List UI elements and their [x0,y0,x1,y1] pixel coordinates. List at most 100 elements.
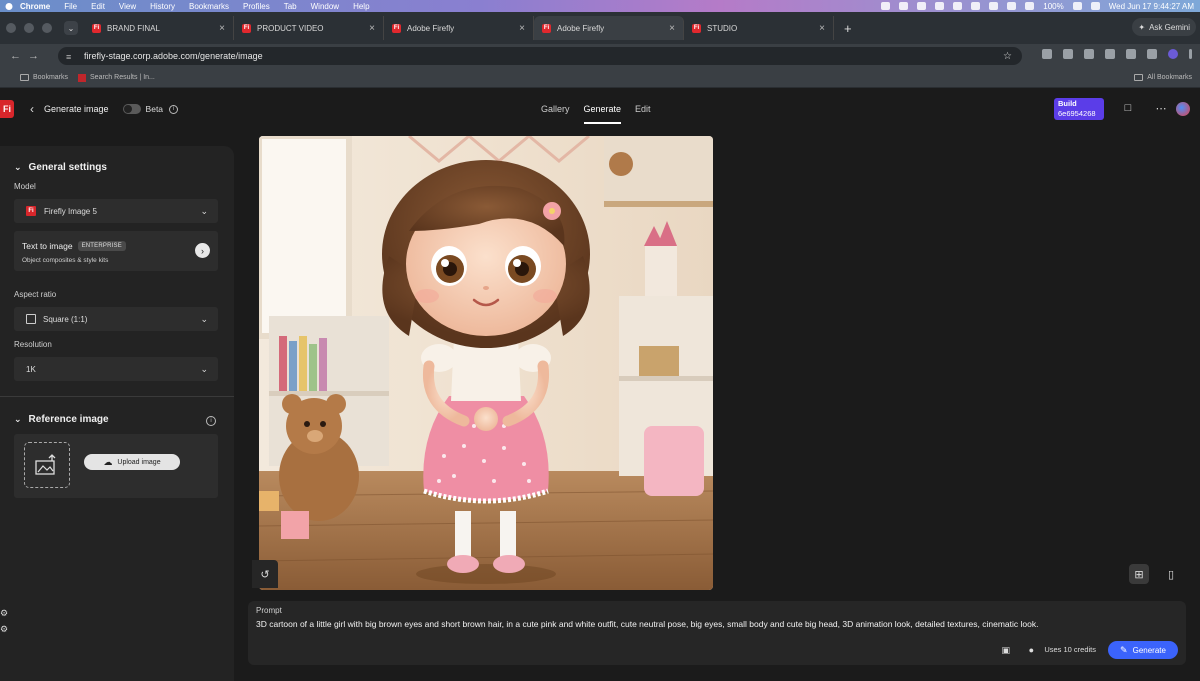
menu-kebab-icon[interactable] [1189,49,1192,59]
avatar[interactable] [1176,102,1190,116]
address-bar[interactable]: ≡ firefly-stage.corp.adobe.com/generate/… [58,47,1022,65]
close-tab-icon[interactable]: × [369,23,375,34]
wifi-icon[interactable] [1025,2,1035,10]
menu-history[interactable]: History [150,2,175,11]
status-icon[interactable] [989,2,999,10]
tab-generate[interactable]: Generate [583,88,621,130]
browser-tab[interactable]: Fi Adobe Firefly × [384,16,534,40]
cloud-upload-icon: ☁ [103,456,113,467]
firefly-app: Fi ‹ Generate image Beta i Gallery Gener… [0,88,1200,681]
model-select[interactable]: Fi Firefly Image 5 ⌄ [14,199,218,223]
menu-tab[interactable]: Tab [284,2,297,11]
firefly-favicon-icon: Fi [242,23,251,33]
close-tab-icon[interactable]: × [519,23,525,34]
browser-tab[interactable]: Fi PRODUCT VIDEO × [234,16,384,40]
window-minimize-button[interactable] [24,23,34,33]
apple-icon[interactable] [4,1,14,11]
chevron-right-icon[interactable]: › [195,243,210,258]
close-tab-icon[interactable]: × [219,23,225,34]
chevron-down-icon: ⌄ [14,162,22,172]
menu-help[interactable]: Help [353,2,369,11]
single-view-button[interactable]: ▯ [1161,564,1181,584]
mode-tabs: Gallery Generate Edit [541,88,651,130]
status-icon[interactable] [1007,2,1017,10]
extension-icon[interactable] [1042,49,1052,59]
bookmark-star-icon[interactable]: ☆ [1003,51,1012,62]
extension-icon[interactable] [1063,49,1073,59]
grid-view-button[interactable]: ⊞ [1129,564,1149,584]
window-close-button[interactable] [6,23,16,33]
prompt-input[interactable]: 3D cartoon of a little girl with big bro… [256,619,1038,629]
tab-search-icon[interactable]: ⌄ [64,21,78,35]
bookmark-folder[interactable]: Bookmarks [33,74,68,81]
back-arrow-icon[interactable]: ← [10,50,26,62]
upload-image-button[interactable]: ☁ Upload image [84,454,180,470]
extension-icon[interactable] [1126,49,1136,59]
general-settings-header[interactable]: ⌄ General settings [14,162,107,173]
chat-icon[interactable]: □ [1122,102,1134,114]
info-icon[interactable]: i [169,104,179,114]
status-icon[interactable] [917,2,927,10]
history-icon: ↺ [260,568,270,581]
style-reference-icon[interactable]: ▣ [1001,645,1010,656]
firefly-logo[interactable]: Fi [0,100,14,118]
browser-tab[interactable]: Fi BRAND FINAL × [84,16,234,40]
generate-icon: ✎ [1120,644,1128,655]
all-bookmarks[interactable]: All Bookmarks [1134,74,1192,81]
credits-text: Uses 10 credits [1044,645,1096,654]
generated-image[interactable] [259,136,713,590]
resolution-label: Resolution [14,340,52,349]
build-label: Build [1058,99,1077,108]
bookmark-link[interactable]: Search Results | In... [90,74,155,81]
menu-edit[interactable]: Edit [91,2,105,11]
browser-tab-active[interactable]: Fi Adobe Firefly × [534,16,684,40]
square-icon [26,314,36,324]
new-tab-icon[interactable]: + [844,21,852,36]
menubar-clock[interactable]: Wed Jun 17 9:44:27 AM [1109,2,1194,11]
url-text: firefly-stage.corp.adobe.com/generate/im… [84,51,263,61]
extension-icon[interactable] [1084,49,1094,59]
reference-image-header[interactable]: ⌄ Reference image [14,414,109,425]
menu-bookmarks[interactable]: Bookmarks [189,2,229,11]
aspect-ratio-select[interactable]: Square (1:1) ⌄ [14,307,218,331]
battery-icon[interactable] [1072,2,1082,10]
window-zoom-button[interactable] [42,23,52,33]
text-to-image-card[interactable]: Text to image ENTERPRISE Object composit… [14,231,218,271]
profile-icon[interactable] [1168,49,1178,59]
control-center-icon[interactable] [1090,2,1100,10]
settings-icon[interactable]: ⚙ [0,624,8,634]
status-icon[interactable] [953,2,963,10]
menu-file[interactable]: File [64,2,77,11]
reference-image-box: ☁ Upload image [14,434,218,498]
close-tab-icon[interactable]: × [819,23,825,34]
status-icon[interactable] [881,2,891,10]
status-icon[interactable] [935,2,945,10]
firefly-favicon-icon: Fi [542,23,551,33]
resolution-select[interactable]: 1K ⌄ [14,357,218,381]
tab-gallery[interactable]: Gallery [541,88,570,130]
image-drop-zone[interactable] [24,442,70,488]
menu-view[interactable]: View [119,2,136,11]
back-chevron-icon[interactable]: ‹ [30,102,34,116]
ask-gemini-button[interactable]: ✦ Ask Gemini [1132,18,1196,36]
app-header: Fi ‹ Generate image Beta i Gallery Gener… [0,88,1200,130]
generate-button[interactable]: ✎ Generate [1108,641,1178,659]
extension-icon[interactable] [1147,49,1157,59]
status-icon[interactable] [899,2,909,10]
upload-image-label: Upload image [117,458,161,466]
history-button[interactable]: ↺ [252,560,278,588]
close-tab-icon[interactable]: × [669,23,675,34]
menu-window[interactable]: Window [311,2,339,11]
tab-edit[interactable]: Edit [635,88,651,130]
status-icon[interactable] [971,2,981,10]
menu-profiles[interactable]: Profiles [243,2,270,11]
beta-toggle[interactable] [122,104,141,114]
info-icon[interactable]: i [206,416,216,426]
site-info-icon[interactable]: ≡ [66,52,76,62]
forward-arrow-icon[interactable]: → [28,50,44,62]
gear-icon[interactable]: ⚙ [0,608,8,618]
browser-tab[interactable]: Fi STUDIO × [684,16,834,40]
menu-chrome[interactable]: Chrome [20,2,50,11]
apps-grid-icon[interactable]: ⋯ [1155,102,1167,115]
extension-icon[interactable] [1105,49,1115,59]
